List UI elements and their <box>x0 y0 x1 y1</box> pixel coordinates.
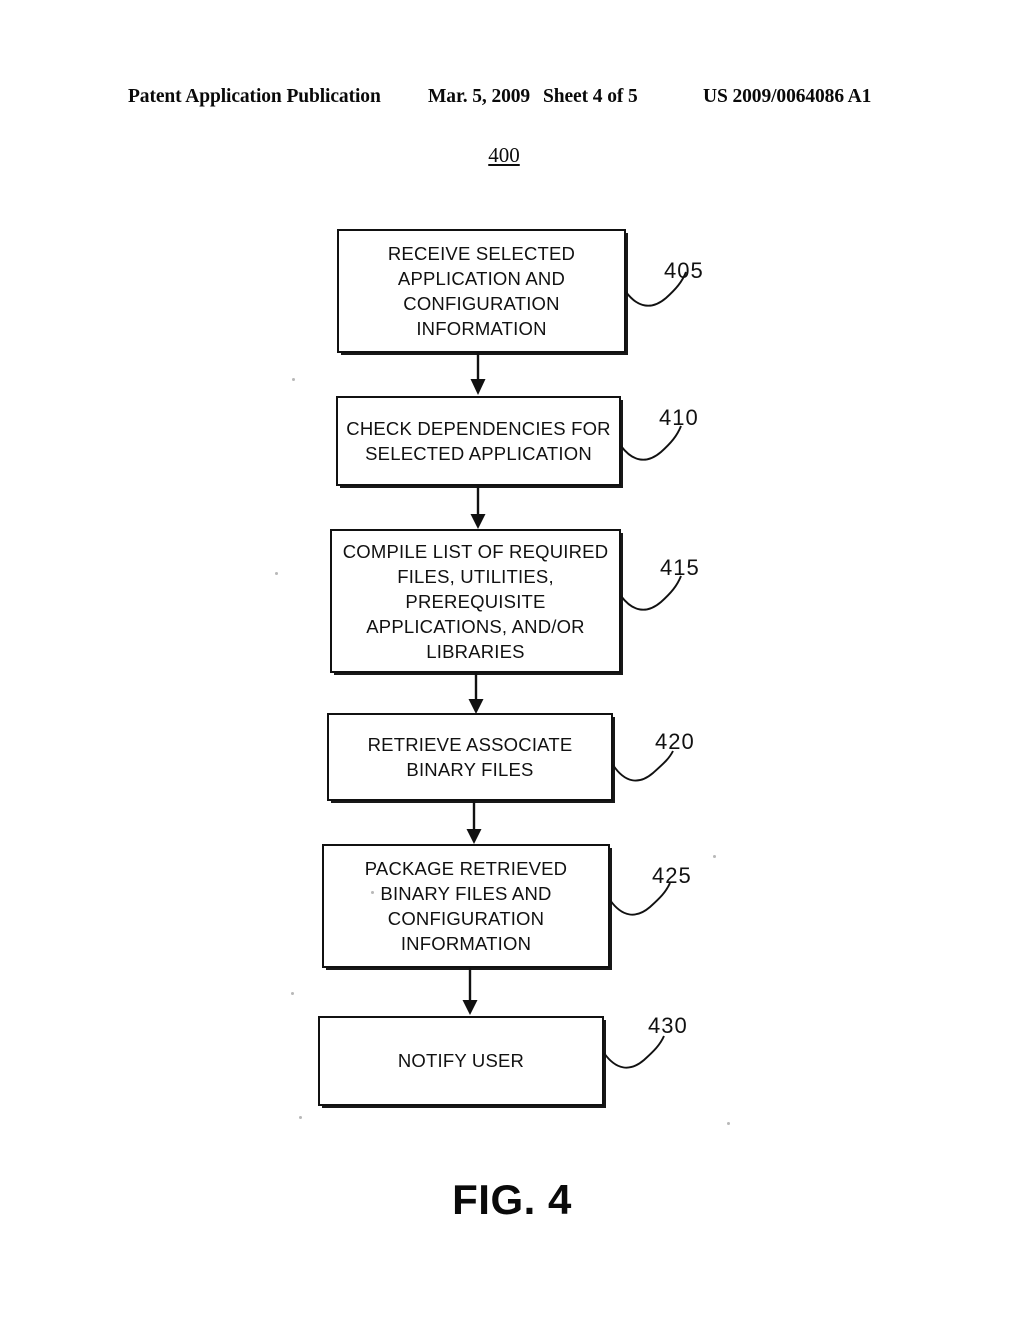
flowchart-step-405: RECEIVE SELECTED APPLICATION AND CONFIGU… <box>337 229 626 353</box>
connector-425-430 <box>462 968 478 1015</box>
flowchart-step-420-label: RETRIEVE ASSOCIATE BINARY FILES <box>367 734 573 780</box>
flowchart-step-405-label: RECEIVE SELECTED APPLICATION AND CONFIGU… <box>387 243 576 339</box>
scan-speckle <box>275 572 278 575</box>
reference-numeral-420: 420 <box>655 729 695 754</box>
header-publication-label: Patent Application Publication <box>128 86 381 107</box>
flowchart-step-415-label: COMPILE LIST OF REQUIRED FILES, UTILITIE… <box>342 540 609 662</box>
reference-numeral-430: 430 <box>648 1013 688 1038</box>
scan-speckle <box>292 378 295 381</box>
patent-figure-page: Patent Application Publication Mar. 5, 2… <box>0 0 1024 1320</box>
scan-speckle <box>371 891 374 894</box>
connector-405-410 <box>470 352 486 395</box>
scan-speckle <box>299 1116 302 1119</box>
reference-numeral-415: 415 <box>660 555 700 580</box>
header-date-label: Mar. 5, 2009 <box>428 86 531 107</box>
scan-speckle <box>727 1122 730 1125</box>
flowchart-step-415: COMPILE LIST OF REQUIRED FILES, UTILITIE… <box>330 529 621 673</box>
connector-415-420 <box>468 673 484 714</box>
leader-line-420 <box>612 750 674 782</box>
flowchart-step-410-label: CHECK DEPENDENCIES FOR SELECTED APPLICAT… <box>346 418 611 464</box>
connector-410-415 <box>470 486 486 529</box>
scan-speckle <box>713 855 716 858</box>
diagram-reference-400: 400 <box>488 143 520 167</box>
flowchart-step-430: NOTIFY USER <box>318 1016 604 1106</box>
reference-numeral-405: 405 <box>664 258 704 283</box>
scan-speckle <box>291 992 294 995</box>
reference-numeral-425: 425 <box>652 863 692 888</box>
leader-line-430 <box>603 1035 665 1069</box>
reference-numeral-410: 410 <box>659 405 699 430</box>
flowchart-step-420: RETRIEVE ASSOCIATE BINARY FILES <box>327 713 613 801</box>
page-header: Patent Application Publication Mar. 5, 2… <box>128 86 888 112</box>
figure-caption: FIG. 4 <box>452 1176 572 1223</box>
flowchart-step-425-label: PACKAGE RETRIEVED BINARY FILES AND CONFI… <box>364 858 568 954</box>
flowchart-step-430-label: NOTIFY USER <box>397 1050 525 1071</box>
connector-420-425 <box>466 801 482 844</box>
flowchart-step-410: CHECK DEPENDENCIES FOR SELECTED APPLICAT… <box>336 396 621 486</box>
header-patent-number: US 2009/0064086 A1 <box>703 86 872 107</box>
flowchart-step-425: PACKAGE RETRIEVED BINARY FILES AND CONFI… <box>322 844 610 968</box>
header-sheet-label: Sheet 4 of 5 <box>543 86 638 107</box>
